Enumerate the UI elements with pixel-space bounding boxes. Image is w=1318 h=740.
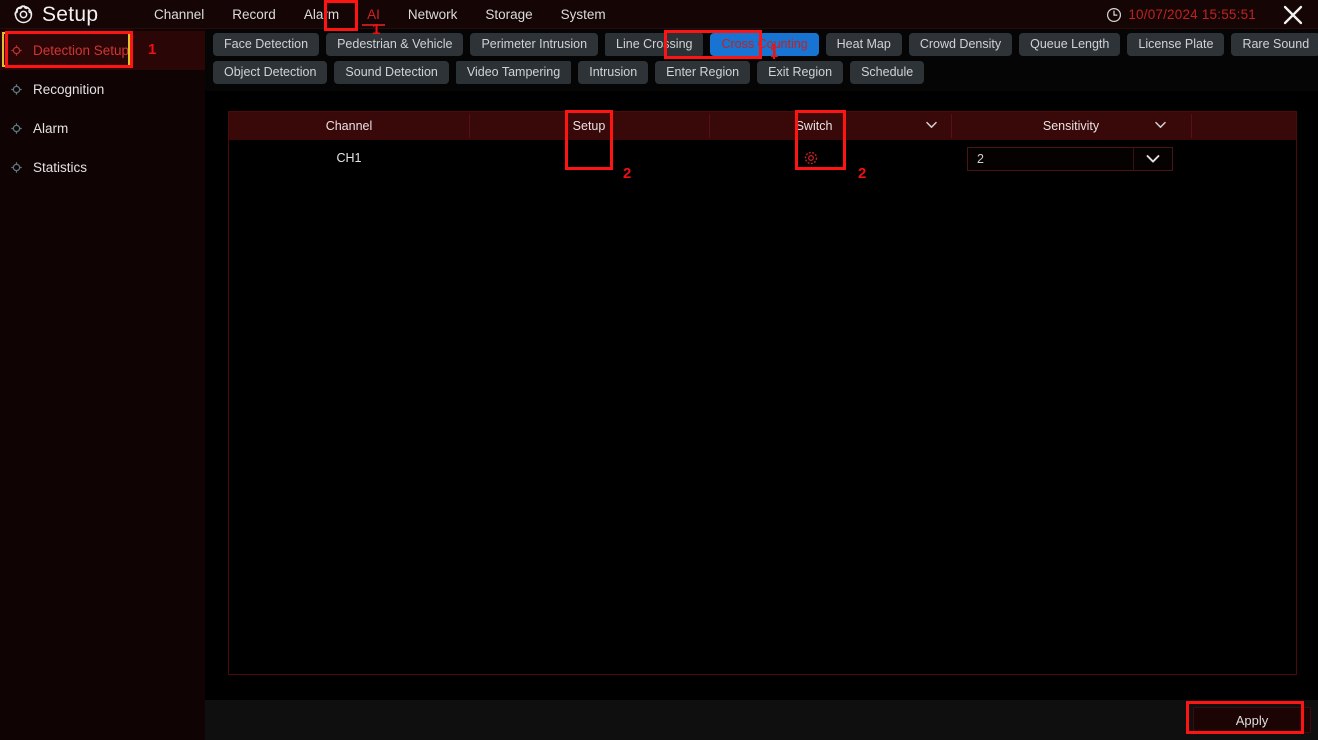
tab-perimeter-intrusion[interactable]: Perimeter Intrusion bbox=[470, 33, 599, 56]
tab-heat-map[interactable]: Heat Map bbox=[825, 33, 902, 56]
menu-item-label: Alarm bbox=[303, 7, 340, 22]
tab-license-plate[interactable]: License Plate bbox=[1127, 33, 1225, 56]
tab-exit-region[interactable]: Exit Region bbox=[757, 61, 844, 84]
tab-label: Face Detection bbox=[224, 37, 309, 51]
cell-channel: CH1 bbox=[336, 151, 362, 165]
close-icon[interactable] bbox=[1282, 4, 1304, 26]
tab-label: Exit Region bbox=[768, 65, 833, 79]
gear-icon[interactable] bbox=[803, 150, 819, 166]
menu-item-record[interactable]: Record bbox=[218, 0, 290, 29]
tab-label: License Plate bbox=[1138, 37, 1214, 51]
tab-label: Object Detection bbox=[224, 65, 317, 79]
page-title: Setup bbox=[42, 3, 99, 26]
menu-item-alarm[interactable]: Alarm bbox=[290, 0, 353, 29]
annotation-number-2-switch: 2 bbox=[858, 165, 867, 182]
chevron-down-icon[interactable] bbox=[926, 121, 937, 129]
tab-strip: Face Detection Pedestrian & Vehicle Peri… bbox=[205, 29, 1318, 91]
tab-label: Schedule bbox=[861, 65, 914, 79]
gear-icon bbox=[14, 5, 33, 24]
sensitivity-value: 2 bbox=[977, 152, 984, 166]
menu-item-label: Storage bbox=[485, 7, 533, 22]
menu-item-label: System bbox=[560, 7, 606, 22]
tab-label: Perimeter Intrusion bbox=[481, 37, 588, 51]
annotation-number-2-setup: 2 bbox=[623, 165, 632, 182]
menu-item-storage[interactable]: Storage bbox=[471, 0, 546, 29]
menu-item-label: Network bbox=[407, 7, 458, 22]
sidebar-item-label: Recognition bbox=[33, 82, 105, 97]
menu-item-channel[interactable]: Channel bbox=[140, 0, 218, 29]
sidebar-item-label: Detection Setup bbox=[33, 43, 130, 58]
tab-label: Video Tampering bbox=[466, 65, 561, 79]
tab-line-crossing[interactable]: Line Crossing bbox=[605, 33, 704, 56]
annotation-number-1-ai: 1 bbox=[372, 21, 381, 38]
sidebar-item-label: Alarm bbox=[33, 121, 69, 136]
target-icon bbox=[11, 45, 22, 56]
tab-label: Rare Sound bbox=[1242, 37, 1310, 51]
sidebar-item-statistics[interactable]: Statistics bbox=[0, 148, 205, 187]
chevron-down-icon[interactable] bbox=[1134, 154, 1172, 164]
tab-intrusion[interactable]: Intrusion bbox=[578, 61, 649, 84]
tab-label: Pedestrian & Vehicle bbox=[337, 37, 453, 51]
menu-item-network[interactable]: Network bbox=[394, 0, 472, 29]
tab-label: Heat Map bbox=[836, 37, 891, 51]
clock-display: 10/07/2024 15:55:51 bbox=[1106, 0, 1256, 29]
tab-queue-length[interactable]: Queue Length bbox=[1019, 33, 1121, 56]
column-header-channel: Channel bbox=[325, 119, 373, 133]
detection-table: Channel Setup Switch Sensitivity CH1 2 bbox=[228, 111, 1297, 675]
tab-rare-sound[interactable]: Rare Sound bbox=[1231, 33, 1318, 56]
tab-row-2: Object Detection Sound Detection Video T… bbox=[213, 61, 925, 84]
tab-schedule[interactable]: Schedule bbox=[850, 61, 925, 84]
tab-label: Queue Length bbox=[1030, 37, 1110, 51]
title-bar: Setup Channel Record Alarm AI Network St… bbox=[0, 0, 1318, 29]
apply-button[interactable]: Apply bbox=[1193, 707, 1311, 733]
footer-bar: Apply bbox=[205, 700, 1318, 740]
tab-cross-counting[interactable]: Cross Counting bbox=[710, 33, 819, 56]
tab-label: Crowd Density bbox=[919, 37, 1002, 51]
sidebar-item-alarm[interactable]: Alarm bbox=[0, 109, 205, 148]
tab-label: Line Crossing bbox=[616, 37, 693, 51]
target-icon bbox=[11, 162, 22, 173]
menu-item-label: Record bbox=[232, 7, 276, 22]
menu-item-system[interactable]: System bbox=[547, 0, 620, 29]
column-divider bbox=[1191, 114, 1192, 138]
menu-item-label: AI bbox=[367, 7, 380, 22]
annotation-number-1-sidebar: 1 bbox=[148, 41, 157, 58]
tab-label: Enter Region bbox=[666, 65, 740, 79]
sidebar-item-recognition[interactable]: Recognition bbox=[0, 70, 205, 109]
datetime-text: 10/07/2024 15:55:51 bbox=[1128, 7, 1256, 22]
tab-face-detection[interactable]: Face Detection bbox=[213, 33, 320, 56]
sidebar-item-label: Statistics bbox=[33, 160, 88, 175]
tab-sound-detection[interactable]: Sound Detection bbox=[334, 61, 449, 84]
chevron-down-icon[interactable] bbox=[1155, 121, 1166, 129]
tab-label: Intrusion bbox=[589, 65, 638, 79]
column-header-switch: Switch bbox=[795, 119, 833, 133]
app-window: Setup Channel Record Alarm AI Network St… bbox=[0, 0, 1318, 740]
annotation-number-1-tab: 1 bbox=[770, 44, 779, 61]
tab-video-tampering[interactable]: Video Tampering bbox=[455, 61, 572, 84]
column-header-setup: Setup bbox=[572, 119, 606, 133]
table-row: CH1 2 bbox=[229, 140, 1296, 176]
tab-crowd-density[interactable]: Crowd Density bbox=[908, 33, 1013, 56]
table-header-row: Channel Setup Switch Sensitivity bbox=[229, 112, 1296, 140]
tab-label: Cross Counting bbox=[721, 37, 808, 51]
target-icon bbox=[11, 84, 22, 95]
tab-label: Sound Detection bbox=[345, 65, 438, 79]
clock-icon bbox=[1107, 7, 1122, 22]
menu-item-label: Channel bbox=[154, 7, 205, 22]
tab-object-detection[interactable]: Object Detection bbox=[213, 61, 328, 84]
sensitivity-select[interactable]: 2 bbox=[967, 147, 1173, 171]
target-icon bbox=[11, 123, 22, 134]
sidebar: Detection Setup Recognition Alarm Statis… bbox=[0, 29, 205, 740]
tab-pedestrian-vehicle[interactable]: Pedestrian & Vehicle bbox=[326, 33, 464, 56]
tab-enter-region[interactable]: Enter Region bbox=[655, 61, 751, 84]
sidebar-item-detection-setup[interactable]: Detection Setup bbox=[0, 31, 205, 70]
